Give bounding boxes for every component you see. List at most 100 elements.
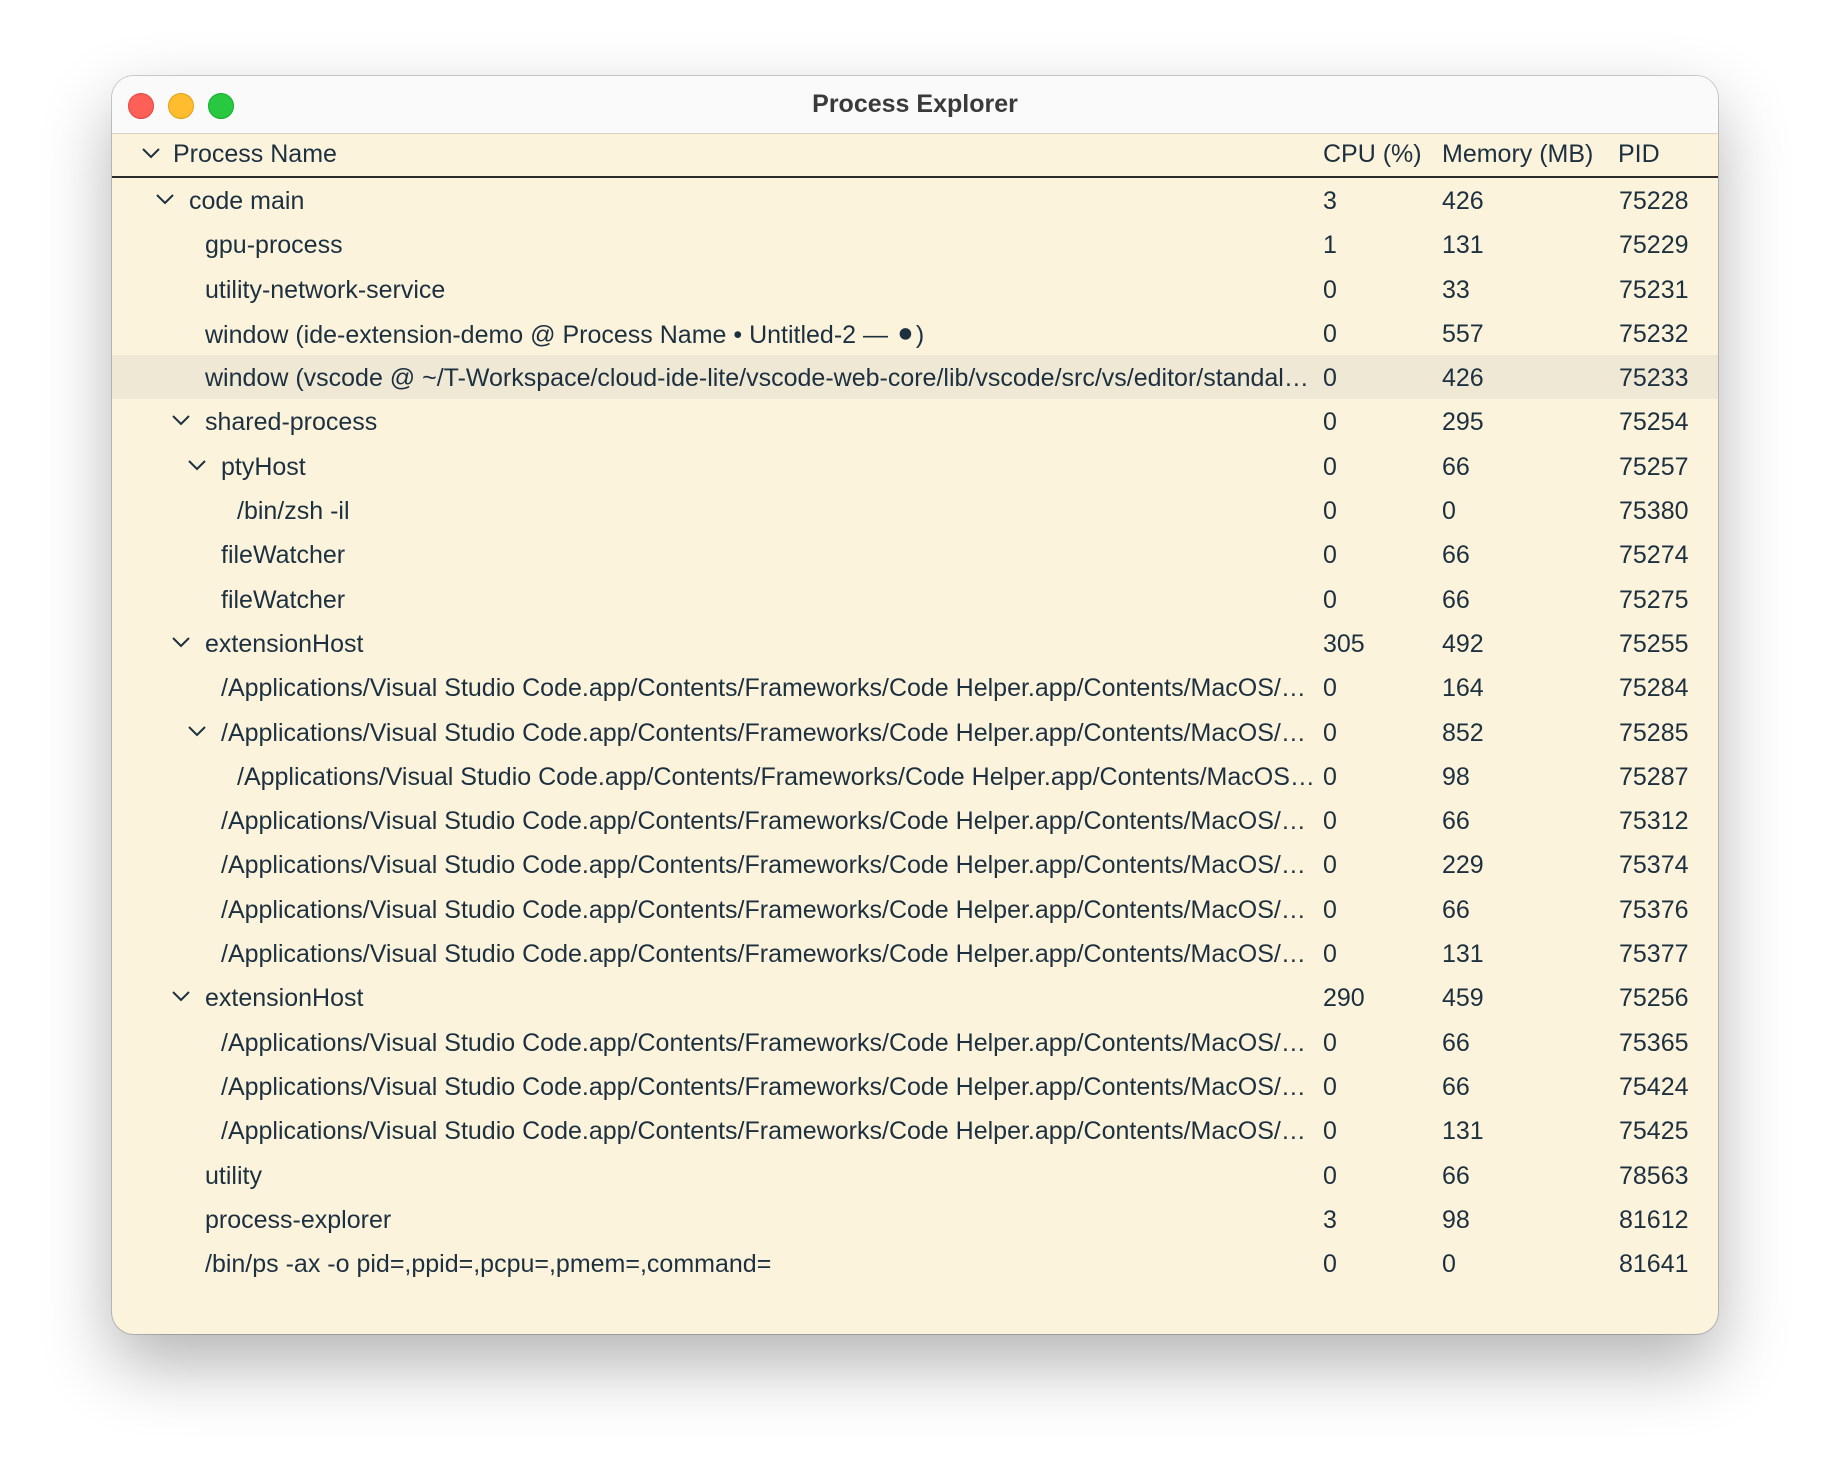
cpu-value: 1 [1323, 231, 1337, 260]
memory-value: 229 [1442, 851, 1484, 880]
chevron-down-icon[interactable] [140, 142, 162, 164]
cpu-value: 0 [1323, 541, 1337, 570]
cpu-value: 3 [1323, 187, 1337, 215]
process-name: /Applications/Visual Studio Code.app/Con… [221, 940, 1321, 969]
memory-value: 66 [1442, 1161, 1470, 1190]
pid-value: 75274 [1619, 541, 1689, 570]
table-row[interactable]: fileWatcher 0 66 75274 [112, 532, 1718, 576]
process-name: /Applications/Visual Studio Code.app/Con… [221, 674, 1321, 703]
process-name: /Applications/Visual Studio Code.app/Con… [221, 851, 1321, 880]
chevron-down-icon[interactable] [170, 631, 192, 653]
memory-value: 492 [1442, 629, 1484, 658]
memory-value: 131 [1442, 1117, 1484, 1146]
cpu-value: 0 [1323, 319, 1337, 348]
pid-value: 75365 [1619, 1028, 1689, 1057]
table-row[interactable]: /Applications/Visual Studio Code.app/Con… [112, 1020, 1718, 1064]
window-title: Process Explorer [812, 90, 1018, 118]
table-row[interactable]: /Applications/Visual Studio Code.app/Con… [112, 887, 1718, 931]
column-header-memory[interactable]: Memory (MB) [1442, 140, 1593, 169]
pid-value: 81612 [1619, 1205, 1689, 1234]
pid-value: 75287 [1619, 762, 1689, 791]
chevron-down-icon[interactable] [186, 720, 208, 742]
memory-value: 164 [1442, 674, 1484, 703]
table-row[interactable]: utility-network-service 0 33 75231 [112, 267, 1718, 311]
pid-value: 78563 [1619, 1161, 1689, 1190]
pid-value: 75376 [1619, 895, 1689, 924]
table-row[interactable]: /Applications/Visual Studio Code.app/Con… [112, 1108, 1718, 1152]
cpu-value: 0 [1323, 1161, 1337, 1190]
cpu-value: 0 [1323, 718, 1337, 747]
process-name: /Applications/Visual Studio Code.app/Con… [237, 762, 1321, 791]
pid-value: 75285 [1619, 718, 1689, 747]
pid-value: 75374 [1619, 851, 1689, 880]
memory-value: 33 [1442, 275, 1470, 304]
cpu-value: 0 [1323, 895, 1337, 924]
process-name: shared-process [205, 408, 378, 437]
chevron-down-icon[interactable] [170, 985, 192, 1007]
chevron-down-icon[interactable] [154, 188, 176, 210]
title-bar: Process Explorer [112, 76, 1718, 134]
cpu-value: 0 [1323, 851, 1337, 880]
table-row[interactable]: /Applications/Visual Studio Code.app/Con… [112, 754, 1718, 798]
process-name: /Applications/Visual Studio Code.app/Con… [221, 1072, 1321, 1101]
pid-value: 75231 [1619, 275, 1689, 304]
pid-value: 75229 [1619, 231, 1689, 260]
memory-value: 66 [1442, 541, 1470, 570]
table-row[interactable]: extensionHost 305 492 75255 [112, 621, 1718, 665]
cpu-value: 305 [1323, 629, 1365, 658]
table-row[interactable]: gpu-process 1 131 75229 [112, 222, 1718, 266]
table-row[interactable]: ptyHost 0 66 75257 [112, 444, 1718, 488]
cpu-value: 0 [1323, 1028, 1337, 1057]
cpu-value: 0 [1323, 762, 1337, 791]
pid-value: 75233 [1619, 364, 1689, 393]
table-row[interactable]: /Applications/Visual Studio Code.app/Con… [112, 665, 1718, 709]
chevron-down-icon[interactable] [186, 454, 208, 476]
table-row[interactable]: utility 0 66 78563 [112, 1153, 1718, 1197]
pid-value: 75257 [1619, 452, 1689, 481]
process-name: /Applications/Visual Studio Code.app/Con… [221, 895, 1321, 924]
table-row[interactable]: code main 3 426 75228 [112, 178, 1718, 222]
table-row[interactable]: window (vscode @ ~/T-Workspace/cloud-ide… [112, 355, 1718, 400]
column-header-cpu[interactable]: CPU (%) [1323, 140, 1422, 169]
memory-value: 0 [1442, 1250, 1456, 1279]
cpu-value: 0 [1323, 674, 1337, 703]
table-row[interactable]: extensionHost 290 459 75256 [112, 975, 1718, 1019]
process-name: extensionHost [205, 984, 364, 1013]
pid-value: 75425 [1619, 1117, 1689, 1146]
table-row[interactable]: /bin/ps -ax -o pid=,ppid=,pcpu=,pmem=,co… [112, 1241, 1718, 1285]
memory-value: 66 [1442, 1072, 1470, 1101]
pid-value: 75380 [1619, 497, 1689, 526]
table-row[interactable]: /Applications/Visual Studio Code.app/Con… [112, 931, 1718, 975]
pid-value: 75424 [1619, 1072, 1689, 1101]
process-name: utility [205, 1161, 262, 1190]
table-row[interactable]: /bin/zsh -il 0 0 75380 [112, 488, 1718, 532]
memory-value: 0 [1442, 497, 1456, 526]
column-header-process-name[interactable]: Process Name [173, 140, 337, 169]
table-row[interactable]: window (ide-extension-demo @ Process Nam… [112, 311, 1718, 355]
table-row[interactable]: /Applications/Visual Studio Code.app/Con… [112, 710, 1718, 754]
table-row[interactable]: shared-process 0 295 75254 [112, 399, 1718, 443]
memory-value: 557 [1442, 319, 1484, 348]
process-explorer-window: Process Explorer Process Name CPU (%) Me… [112, 76, 1718, 1334]
process-name: /Applications/Visual Studio Code.app/Con… [221, 1028, 1321, 1057]
pid-value: 81641 [1619, 1250, 1689, 1279]
table-row[interactable]: process-explorer 3 98 81612 [112, 1197, 1718, 1241]
cpu-value: 0 [1323, 807, 1337, 836]
cpu-value: 0 [1323, 408, 1337, 437]
table-row[interactable]: fileWatcher 0 66 75275 [112, 577, 1718, 621]
table-row[interactable]: /Applications/Visual Studio Code.app/Con… [112, 842, 1718, 886]
process-name: /Applications/Visual Studio Code.app/Con… [221, 807, 1321, 836]
process-name: extensionHost [205, 629, 364, 658]
column-header-pid[interactable]: PID [1618, 140, 1660, 169]
table-row[interactable]: /Applications/Visual Studio Code.app/Con… [112, 798, 1718, 842]
cpu-value: 0 [1323, 452, 1337, 481]
pid-value: 75275 [1619, 585, 1689, 614]
table-row[interactable]: /Applications/Visual Studio Code.app/Con… [112, 1064, 1718, 1108]
process-name: fileWatcher [221, 541, 346, 570]
cpu-value: 0 [1323, 1250, 1337, 1279]
memory-value: 66 [1442, 585, 1470, 614]
chevron-down-icon[interactable] [170, 409, 192, 431]
pid-value: 75284 [1619, 674, 1689, 703]
cpu-value: 290 [1323, 984, 1365, 1013]
process-name: window (ide-extension-demo @ Process Nam… [205, 320, 925, 349]
